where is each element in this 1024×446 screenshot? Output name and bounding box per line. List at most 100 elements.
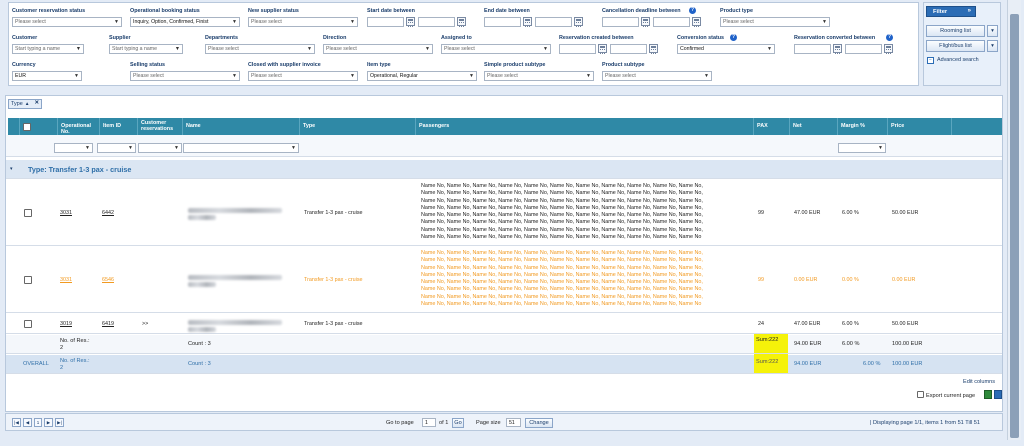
go-button[interactable]: Go bbox=[452, 418, 464, 428]
item-id-link[interactable]: 6442 bbox=[102, 210, 114, 216]
edit-columns-link[interactable]: Edit columns bbox=[963, 379, 995, 385]
converted-from-input[interactable] bbox=[794, 44, 831, 54]
col-item-id[interactable]: Item ID bbox=[100, 118, 138, 135]
converted-to-input[interactable] bbox=[845, 44, 882, 54]
excel-export-icon[interactable] bbox=[984, 390, 992, 399]
currency-select[interactable]: EUR ▼ bbox=[12, 71, 82, 81]
col-name[interactable]: Name bbox=[183, 118, 300, 135]
operational-no-link[interactable]: 3019 bbox=[60, 321, 72, 327]
assigned-to-select[interactable]: Please select ▼ bbox=[441, 44, 551, 54]
row-checkbox[interactable] bbox=[24, 209, 32, 217]
direction-select[interactable]: Please select ▼ bbox=[323, 44, 433, 54]
cancellation-from-input[interactable] bbox=[602, 17, 639, 27]
customer-reservations-link[interactable]: >> bbox=[142, 321, 148, 327]
product-subtype-select[interactable]: Please select ▼ bbox=[602, 71, 712, 81]
col-customer-reservations[interactable]: Customer reservations bbox=[138, 118, 183, 135]
col-operational-no[interactable]: Operational No. bbox=[58, 118, 100, 135]
customer-reservation-status-select[interactable]: Please select ▼ bbox=[12, 17, 122, 27]
product-subtype-label: Product subtype bbox=[602, 62, 645, 68]
close-icon[interactable]: ✕ bbox=[34, 100, 39, 106]
customer-input[interactable]: Start typing a name ▼ bbox=[12, 44, 84, 54]
item-id-link[interactable]: 6546 bbox=[102, 277, 114, 283]
margin-filter[interactable]: ▼ bbox=[838, 143, 886, 153]
group-by-chip[interactable]: Type ▴ ✕ bbox=[8, 99, 42, 109]
row-checkbox[interactable] bbox=[24, 276, 32, 284]
operational-booking-status-select[interactable]: Inquiry, Option, Confirmed, Finist ▼ bbox=[130, 17, 240, 27]
col-price[interactable]: Price bbox=[888, 118, 952, 135]
col-margin[interactable]: Margin % bbox=[838, 118, 888, 135]
calendar-icon[interactable] bbox=[649, 44, 658, 54]
calendar-icon[interactable] bbox=[884, 44, 893, 54]
go-to-page-input[interactable]: 1 bbox=[422, 418, 436, 427]
item-type-select[interactable]: Operational, Regular ▼ bbox=[367, 71, 477, 81]
end-date-to-input[interactable] bbox=[535, 17, 572, 27]
help-icon[interactable]: ? bbox=[886, 34, 893, 41]
row-checkbox[interactable] bbox=[24, 320, 32, 328]
start-date-to-input[interactable] bbox=[418, 17, 455, 27]
selling-status-select[interactable]: Please select ▼ bbox=[130, 71, 240, 81]
created-from-input[interactable] bbox=[559, 44, 596, 54]
flight-bus-list-button[interactable]: Flight/bus list bbox=[926, 40, 985, 52]
item-id-link[interactable]: 6419 bbox=[102, 321, 114, 327]
item-id-filter[interactable]: ▼ bbox=[97, 143, 136, 153]
advanced-search-link[interactable]: Advanced search bbox=[937, 57, 979, 63]
header-select-all[interactable] bbox=[20, 118, 58, 135]
current-page-number[interactable]: 1 bbox=[34, 418, 42, 427]
departments-select[interactable]: Please select ▼ bbox=[205, 44, 315, 54]
calendar-icon[interactable] bbox=[574, 17, 583, 27]
name-filter[interactable]: ▼ bbox=[183, 143, 299, 153]
help-icon[interactable]: ? bbox=[730, 34, 737, 41]
scrollbar-thumb[interactable] bbox=[1010, 14, 1019, 438]
reservation-created-label: Reservation created between bbox=[559, 35, 634, 41]
col-passengers[interactable]: Passengers bbox=[416, 118, 754, 135]
chevron-down-icon[interactable]: ▾ bbox=[10, 166, 13, 172]
col-pax[interactable]: PAX bbox=[754, 118, 790, 135]
first-page-icon[interactable]: |◀ bbox=[12, 418, 21, 427]
operational-no-link[interactable]: 3031 bbox=[60, 277, 72, 283]
conversion-status-select[interactable]: Confirmed ▼ bbox=[677, 44, 775, 54]
overall-margin: 6.00 % bbox=[863, 361, 881, 367]
col-type[interactable]: Type bbox=[300, 118, 416, 135]
filter-button[interactable]: Filter » bbox=[926, 6, 976, 17]
end-date-from-input[interactable] bbox=[484, 17, 521, 27]
change-page-size-button[interactable]: Change bbox=[525, 418, 553, 428]
table-row[interactable]: 3031 6546 Transfer 1-3 pax - cruise Name… bbox=[6, 247, 1002, 313]
group-header-row[interactable]: ▾ Type: Transfer 1-3 pax - cruise bbox=[6, 160, 1002, 179]
calendar-icon[interactable] bbox=[406, 17, 415, 27]
created-to-input[interactable] bbox=[610, 44, 647, 54]
page-size-input[interactable]: 51 bbox=[506, 418, 521, 427]
calendar-icon[interactable] bbox=[833, 44, 842, 54]
help-icon[interactable]: ? bbox=[689, 7, 696, 14]
calendar-icon[interactable] bbox=[523, 17, 532, 27]
table-row[interactable]: 3019 6419 >> Transfer 1-3 pax - cruise 2… bbox=[6, 314, 1002, 334]
simple-product-subtype-select[interactable]: Please select ▼ bbox=[484, 71, 594, 81]
vertical-scrollbar[interactable] bbox=[1007, 0, 1021, 440]
operational-no-link[interactable]: 3031 bbox=[60, 210, 72, 216]
pagination-bar: |◀ ◀ 1 ▶ ▶| Go to page 1 of 1 Go Page si… bbox=[5, 413, 1003, 431]
chevron-down-icon: ▼ bbox=[85, 145, 90, 151]
product-type-select[interactable]: Please select ▼ bbox=[720, 17, 830, 27]
flight-bus-list-dropdown[interactable]: ▾ bbox=[987, 40, 998, 52]
table-row[interactable]: 3031 6442 Transfer 1-3 pax - cruise Name… bbox=[6, 180, 1002, 246]
next-page-icon[interactable]: ▶ bbox=[44, 418, 53, 427]
calendar-icon[interactable] bbox=[457, 17, 466, 27]
prev-page-icon[interactable]: ◀ bbox=[23, 418, 32, 427]
new-supplier-status-select[interactable]: Please select ▼ bbox=[248, 17, 358, 27]
start-date-from-input[interactable] bbox=[367, 17, 404, 27]
cancellation-to-input[interactable] bbox=[653, 17, 690, 27]
calendar-icon[interactable] bbox=[641, 17, 650, 27]
op-no-filter[interactable]: ▼ bbox=[54, 143, 93, 153]
rooming-list-button[interactable]: Rooming list bbox=[926, 25, 985, 37]
calendar-icon[interactable] bbox=[598, 44, 607, 54]
col-net[interactable]: Net bbox=[790, 118, 838, 135]
cust-res-filter[interactable]: ▼ bbox=[138, 143, 182, 153]
export-checkbox[interactable] bbox=[917, 391, 924, 398]
csv-export-icon[interactable] bbox=[994, 390, 1002, 399]
select-all-checkbox[interactable] bbox=[23, 123, 31, 131]
last-page-icon[interactable]: ▶| bbox=[55, 418, 64, 427]
supplier-input[interactable]: Start typing a name ▼ bbox=[109, 44, 183, 54]
rooming-list-dropdown[interactable]: ▾ bbox=[987, 25, 998, 37]
minus-icon[interactable]: − bbox=[927, 57, 934, 64]
closed-with-supplier-invoice-select[interactable]: Please select ▼ bbox=[248, 71, 358, 81]
calendar-icon[interactable] bbox=[692, 17, 701, 27]
